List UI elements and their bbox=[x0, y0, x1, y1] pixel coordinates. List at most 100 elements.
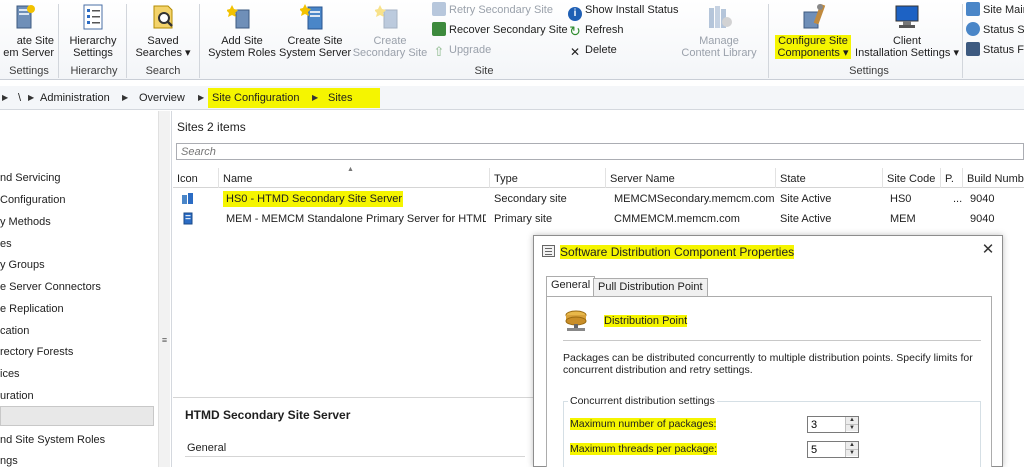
group-settings-right: Settings bbox=[849, 65, 889, 77]
primary-site-icon bbox=[181, 212, 194, 225]
scroll-grip-icon[interactable]: ≡ bbox=[160, 335, 169, 345]
column-site-code[interactable]: Site Code bbox=[882, 168, 940, 188]
breadcrumb-overview[interactable]: Overview bbox=[139, 86, 185, 110]
nav-item[interactable]: uration bbox=[0, 387, 34, 405]
group-label: Concurrent distribution settings bbox=[568, 395, 717, 407]
create-secondary-site-button[interactable]: Create Secondary Site bbox=[352, 2, 428, 59]
hierarchy-settings-button[interactable]: Hierarchy Settings bbox=[64, 2, 122, 59]
nav-item[interactable]: y Methods bbox=[0, 213, 51, 231]
group-site: Site bbox=[474, 65, 494, 77]
stepper-up-icon[interactable]: ▲ bbox=[846, 417, 858, 424]
breadcrumb-sites[interactable]: Sites bbox=[328, 86, 352, 110]
column-server-name[interactable]: Server Name bbox=[605, 168, 775, 188]
manage-content-library-button[interactable]: Manage Content Library bbox=[680, 2, 758, 59]
chevron-right-icon: ▶ bbox=[122, 93, 129, 102]
nav-scrollbar[interactable]: ≡ bbox=[158, 111, 170, 467]
max-threads-stepper[interactable]: ▲▼ bbox=[807, 441, 859, 458]
group-hierarchy: Hierarchy bbox=[70, 65, 118, 77]
nav-item[interactable]: cation bbox=[0, 322, 29, 340]
group-settings-left: Settings bbox=[9, 65, 49, 77]
breadcrumb: ▶ \ ▶ Administration ▶ Overview ▶ Site C… bbox=[0, 86, 1024, 110]
upgrade-arrow-icon: ⇧ bbox=[433, 44, 445, 59]
distribution-point-icon bbox=[563, 309, 589, 333]
upgrade-button[interactable]: ⇧ Upgrade bbox=[432, 41, 492, 59]
tab-pull-distribution-point[interactable]: Pull Distribution Point bbox=[593, 278, 708, 296]
details-divider bbox=[185, 456, 525, 457]
nav-item[interactable]: e Server Connectors bbox=[0, 278, 101, 296]
sort-ascending-icon: ▲ bbox=[347, 166, 354, 173]
configure-site-components-label: Configure Site Components ▾ bbox=[775, 35, 851, 59]
show-install-status-label: Show Install Status bbox=[585, 4, 679, 16]
column-build-number[interactable]: Build Numb bbox=[962, 168, 1024, 188]
retry-secondary-site-button[interactable]: Retry Secondary Site bbox=[432, 1, 553, 19]
nav-item[interactable]: nd Servicing bbox=[0, 169, 61, 187]
nav-item[interactable]: e Replication bbox=[0, 300, 64, 318]
stepper-up-icon[interactable]: ▲ bbox=[846, 442, 858, 449]
row-build-number: 9040 bbox=[970, 193, 995, 205]
retry-secondary-site-label: Retry Secondary Site bbox=[449, 4, 553, 16]
nav-item[interactable]: es bbox=[0, 235, 12, 253]
stepper-buttons[interactable]: ▲ ▼ bbox=[845, 442, 858, 457]
max-threads-input[interactable] bbox=[808, 442, 844, 457]
breadcrumb-root[interactable]: \ bbox=[18, 86, 21, 110]
row-build-number: 9040 bbox=[970, 213, 995, 225]
max-packages-label: Maximum number of packages: bbox=[570, 418, 717, 430]
max-packages-stepper[interactable]: ▲▼ bbox=[807, 416, 859, 433]
site-maintenance-label: Site Main bbox=[983, 4, 1024, 16]
nav-selected-item[interactable] bbox=[0, 406, 154, 426]
recover-secondary-site-button[interactable]: Recover Secondary Site bbox=[432, 21, 568, 39]
maintenance-icon bbox=[966, 2, 980, 16]
details-tab-general[interactable]: General bbox=[187, 442, 226, 454]
create-site-system-server-2-button[interactable]: Create Site System Server bbox=[279, 2, 351, 59]
search-input[interactable] bbox=[177, 144, 1023, 159]
column-state[interactable]: State bbox=[775, 168, 882, 188]
nav-item[interactable]: y Groups bbox=[0, 256, 45, 274]
stepper-down-icon[interactable]: ▼ bbox=[846, 424, 858, 431]
secondary-site-icon bbox=[374, 2, 405, 32]
max-packages-input[interactable] bbox=[808, 417, 844, 432]
details-pane: HTMD Secondary Site Server General bbox=[173, 397, 535, 467]
add-site-system-roles-button[interactable]: Add Site System Roles bbox=[206, 2, 278, 59]
stepper-buttons[interactable]: ▲ ▼ bbox=[845, 417, 858, 432]
status-filter-icon bbox=[966, 42, 980, 56]
row-p: ... bbox=[953, 193, 963, 205]
row-site-code: HS0 bbox=[890, 193, 912, 205]
general-tab-panel: Distribution Point Packages can be distr… bbox=[546, 296, 992, 467]
server-add-icon bbox=[299, 2, 330, 32]
manage-content-library-label: Manage Content Library bbox=[681, 35, 757, 59]
breadcrumb-site-configuration[interactable]: Site Configuration bbox=[212, 86, 299, 110]
max-threads-label: Maximum threads per package: bbox=[570, 443, 718, 455]
status-summarizers-button[interactable]: Status Su bbox=[966, 21, 1024, 39]
table-row[interactable]: MEM - MEMCM Standalone Primary Server fo… bbox=[173, 209, 1024, 229]
search-box[interactable] bbox=[176, 143, 1024, 160]
site-maintenance-button[interactable]: Site Main bbox=[966, 1, 1024, 19]
nav-item[interactable]: Configuration bbox=[0, 191, 65, 209]
properties-dialog: Software Distribution Component Properti… bbox=[533, 235, 1003, 467]
status-filter-button[interactable]: Status Fil bbox=[966, 41, 1024, 59]
stepper-down-icon[interactable]: ▼ bbox=[846, 449, 858, 456]
client-installation-settings-label: Client Installation Settings ▾ bbox=[855, 35, 959, 59]
saved-searches-button[interactable]: Saved Searches ▾ bbox=[132, 2, 194, 59]
column-p[interactable]: P. bbox=[940, 168, 962, 188]
configure-site-components-button[interactable]: Configure Site Components ▾ bbox=[775, 2, 851, 59]
column-type[interactable]: Type bbox=[489, 168, 605, 188]
tab-general[interactable]: General bbox=[546, 276, 596, 297]
client-installation-settings-button[interactable]: Client Installation Settings ▾ bbox=[854, 2, 960, 59]
delete-button[interactable]: ✕ Delete bbox=[568, 41, 617, 59]
nav-item[interactable]: nd Site System Roles bbox=[0, 431, 105, 449]
column-icon[interactable]: Icon bbox=[173, 168, 218, 188]
create-site-system-server-button[interactable]: ate Site em Server bbox=[0, 2, 54, 59]
show-install-status-button[interactable]: i Show Install Status bbox=[568, 1, 679, 21]
refresh-button[interactable]: ↻ Refresh bbox=[568, 21, 624, 39]
nav-item[interactable]: ngs bbox=[0, 452, 18, 467]
close-icon[interactable]: ✕ bbox=[979, 241, 997, 259]
dialog-titlebar[interactable]: Software Distribution Component Properti… bbox=[534, 236, 1002, 268]
breadcrumb-administration[interactable]: Administration bbox=[40, 86, 110, 110]
nav-item[interactable]: ices bbox=[0, 365, 20, 383]
refresh-label: Refresh bbox=[585, 24, 624, 36]
chevron-right-icon: ▶ bbox=[312, 93, 319, 102]
nav-item[interactable]: rectory Forests bbox=[0, 343, 73, 361]
configure-tools-icon bbox=[798, 2, 828, 32]
concurrent-settings-group: Concurrent distribution settings Maximum… bbox=[563, 395, 981, 467]
table-row[interactable]: HS0 - HTMD Secondary Site Server Seconda… bbox=[173, 189, 1024, 209]
